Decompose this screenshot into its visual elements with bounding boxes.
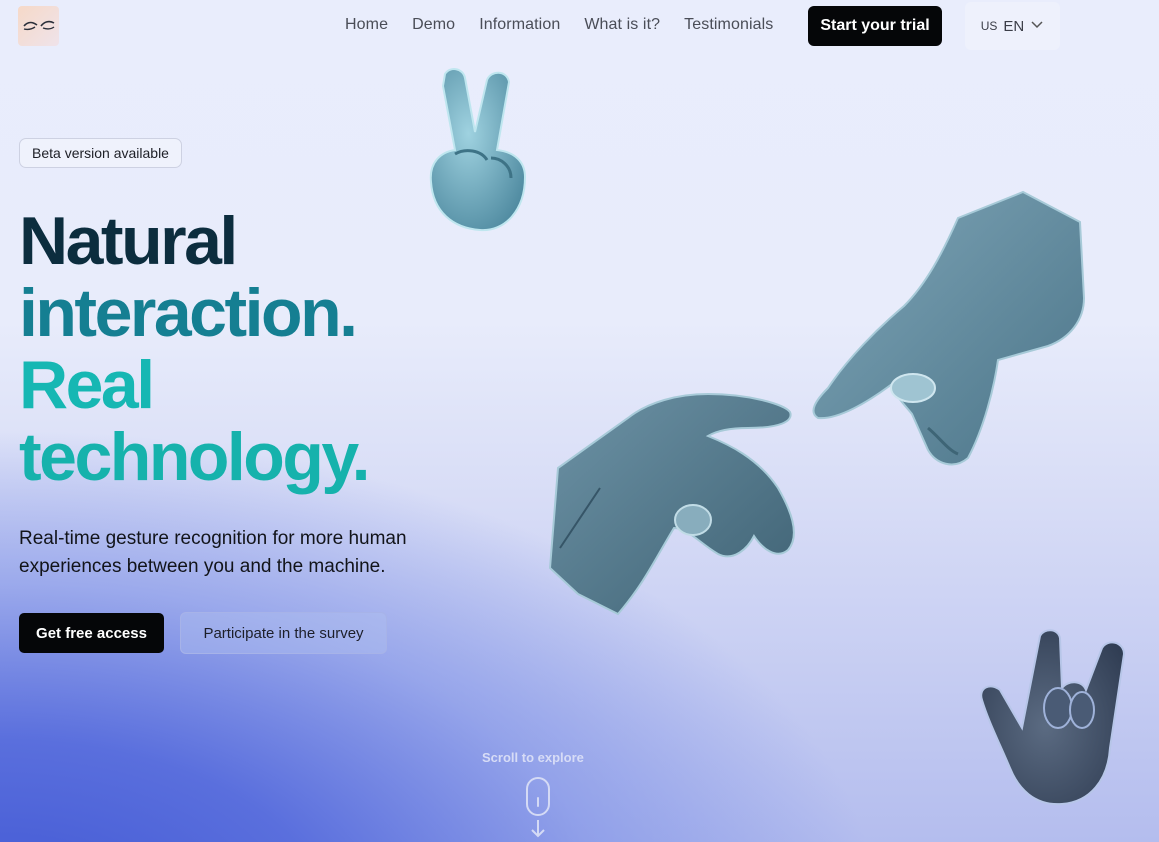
arrow-down-icon[interactable]	[529, 818, 547, 840]
nav-link-testimonials[interactable]: Testimonials	[684, 16, 773, 34]
hands-logo-icon[interactable]	[18, 6, 59, 46]
language-selector[interactable]: US EN	[965, 2, 1060, 50]
nav-link-information[interactable]: Information	[479, 16, 560, 34]
nav-link-home[interactable]: Home	[345, 16, 388, 34]
reaching-hand-bottom-icon	[548, 392, 795, 616]
beta-badge: Beta version available	[19, 138, 182, 168]
language-code: EN	[1003, 17, 1025, 35]
peace-hand-icon	[429, 68, 527, 232]
hero-subtitle: Real-time gesture recognition for more h…	[19, 528, 407, 577]
flag-icon: US	[980, 19, 998, 33]
rock-hand-icon	[980, 629, 1126, 806]
headline-line-4: technology.	[19, 419, 371, 495]
mouse-icon[interactable]	[526, 777, 550, 816]
get-free-access-button[interactable]: Get free access	[19, 613, 164, 653]
chevron-down-icon	[1030, 17, 1044, 35]
nav-link-demo[interactable]: Demo	[412, 16, 455, 34]
top-navigation: Home Demo Information What is it? Testim…	[0, 0, 1159, 52]
headline-line-3: Real	[19, 347, 155, 423]
scroll-label: Scroll to explore	[482, 750, 584, 765]
start-trial-button[interactable]: Start your trial	[808, 6, 942, 46]
nav-links: Home Demo Information What is it? Testim…	[345, 16, 773, 34]
headline-line-1: Natural	[19, 203, 238, 279]
reaching-hand-top-icon	[812, 190, 1086, 466]
survey-button[interactable]: Participate in the survey	[180, 612, 387, 654]
headline-line-2: interaction.	[19, 275, 358, 351]
nav-link-what-is-it[interactable]: What is it?	[584, 16, 660, 34]
hero-headline: Natural interaction. Real technology.	[19, 203, 371, 495]
